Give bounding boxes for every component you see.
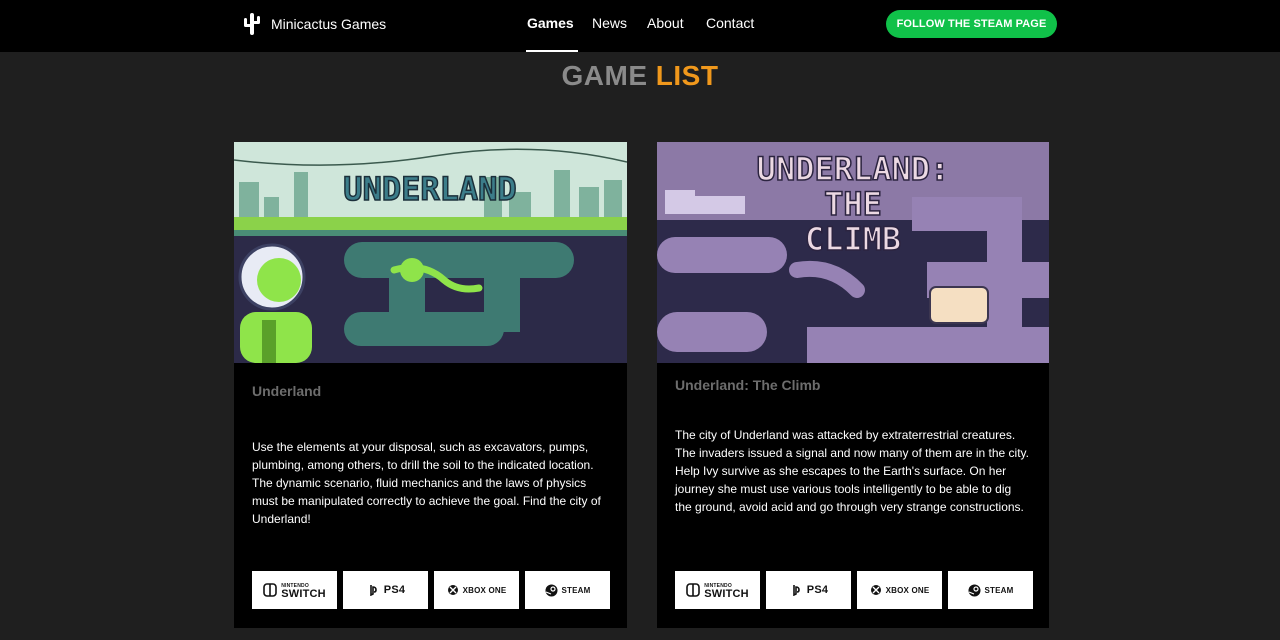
platform-steam-label: STEAM xyxy=(984,585,1014,595)
game-card-underland[interactable]: UNDERLAND Underland Use the elements at … xyxy=(234,142,627,628)
platform-xbox-label: XBOX ONE xyxy=(462,585,507,595)
cover-title-line2: THE xyxy=(824,185,882,223)
brand-logo[interactable]: Minicactus Games xyxy=(243,12,386,36)
main-menu: Games News About Contact xyxy=(526,0,754,52)
game-cover-image[interactable]: UNDERLAND xyxy=(234,142,627,363)
page-title-part1: GAME xyxy=(561,60,648,91)
nintendo-switch-icon xyxy=(686,583,701,597)
game-cover-image[interactable]: UNDERLAND: THE CLIMB xyxy=(657,142,1049,363)
cactus-icon xyxy=(244,13,260,35)
platform-list: NINTENDO SWITCH PS4 XBOX ONE STEAM xyxy=(252,571,610,609)
platform-ps4-button[interactable]: PS4 xyxy=(766,571,851,609)
platform-ps4-label: PS4 xyxy=(806,584,829,596)
page-title: GAME LIST xyxy=(0,60,1280,92)
game-title[interactable]: Underland: The Climb xyxy=(675,377,820,393)
game-description: Use the elements at your disposal, such … xyxy=(252,440,601,526)
game-title[interactable]: Underland xyxy=(252,383,321,399)
platform-switch-label: SWITCH xyxy=(704,588,749,600)
nav-about[interactable]: About xyxy=(647,0,684,52)
platform-switch-button[interactable]: NINTENDO SWITCH xyxy=(252,571,337,609)
game-description: The city of Underland was attacked by ex… xyxy=(675,428,1029,514)
platform-ps4-label: PS4 xyxy=(383,584,406,596)
game-card-underland-the-climb[interactable]: UNDERLAND: THE CLIMB Underland: The Clim… xyxy=(657,142,1049,628)
top-navbar: Minicactus Games Games News About Contac… xyxy=(0,0,1280,52)
steam-icon xyxy=(545,584,558,597)
platform-xbox-button[interactable]: XBOX ONE xyxy=(434,571,519,609)
platform-steam-label: STEAM xyxy=(561,585,591,595)
page-title-part2: LIST xyxy=(655,60,719,91)
platform-steam-button[interactable]: STEAM xyxy=(948,571,1033,609)
platform-steam-button[interactable]: STEAM xyxy=(525,571,610,609)
nav-news[interactable]: News xyxy=(592,0,627,52)
steam-icon xyxy=(968,584,981,597)
playstation-icon xyxy=(789,584,803,596)
follow-steam-button[interactable]: FOLLOW THE STEAM PAGE xyxy=(886,10,1057,38)
cover-title-text: UNDERLAND xyxy=(343,170,516,208)
xbox-icon xyxy=(447,584,459,596)
nintendo-switch-icon xyxy=(263,583,278,597)
platform-ps4-button[interactable]: PS4 xyxy=(343,571,428,609)
platform-switch-label: SWITCH xyxy=(281,588,326,600)
nav-contact[interactable]: Contact xyxy=(706,0,754,52)
platform-xbox-button[interactable]: XBOX ONE xyxy=(857,571,942,609)
cover-title-line1: UNDERLAND: xyxy=(757,150,950,188)
xbox-icon xyxy=(870,584,882,596)
brand-name: Minicactus Games xyxy=(271,16,387,32)
nav-games[interactable]: Games xyxy=(526,0,578,52)
platform-xbox-label: XBOX ONE xyxy=(885,585,930,595)
platform-list: NINTENDO SWITCH PS4 XBOX ONE STEAM xyxy=(675,571,1033,609)
cover-title-line3: CLIMB xyxy=(805,220,901,258)
playstation-icon xyxy=(366,584,380,596)
platform-switch-button[interactable]: NINTENDO SWITCH xyxy=(675,571,760,609)
